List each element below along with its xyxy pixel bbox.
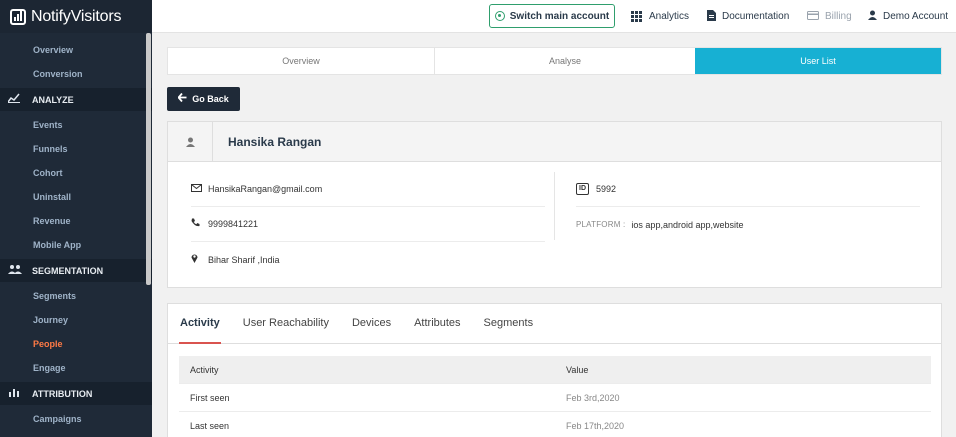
sidebar-item-overview[interactable]: Overview — [0, 38, 152, 62]
sidebar-item-segments[interactable]: Segments — [0, 284, 152, 308]
profile-location: Bihar Sharif ,India — [208, 254, 280, 265]
bar-chart-icon — [8, 387, 22, 400]
tab-analyse[interactable]: Analyse — [435, 48, 695, 74]
tab-attributes[interactable]: Attributes — [413, 304, 461, 344]
profile-email: HansikaRangan@gmail.com — [208, 184, 323, 194]
location-row: Bihar Sharif ,India — [191, 242, 545, 277]
tab-overview[interactable]: Overview — [168, 48, 435, 74]
sidebar-section-segmentation[interactable]: SEGMENTATION — [0, 259, 152, 282]
sidebar-item-campaigns[interactable]: Campaigns — [0, 407, 152, 431]
sidebar: NotifyVisitors Overview Conversion ANALY… — [0, 0, 152, 437]
tab-user-reachability[interactable]: User Reachability — [242, 304, 330, 344]
sidebar-item-cohort[interactable]: Cohort — [0, 161, 152, 185]
grid-icon — [631, 11, 642, 22]
arrow-left-icon — [177, 92, 187, 105]
users-icon — [8, 264, 22, 277]
brand-name: NotifyVisitors — [31, 7, 122, 25]
credit-card-icon — [807, 10, 819, 23]
sidebar-section-attribution[interactable]: ATTRIBUTION — [0, 382, 152, 405]
sidebar-item-mobile-app[interactable]: Mobile App — [0, 233, 152, 257]
id-badge-icon: ID — [576, 183, 589, 195]
column-divider — [554, 172, 555, 240]
switch-button-label: Switch main account — [509, 10, 610, 22]
map-marker-icon — [191, 253, 205, 266]
sidebar-item-people[interactable]: People — [0, 332, 152, 356]
activity-name: Last seen — [190, 420, 230, 431]
phone-icon — [191, 218, 205, 230]
sidebar-item-funnels[interactable]: Funnels — [0, 137, 152, 161]
brand-logo[interactable]: NotifyVisitors — [0, 0, 152, 33]
sidebar-item-journey[interactable]: Journey — [0, 308, 152, 332]
platform-label: PLATFORM : — [576, 220, 626, 229]
radio-dot-icon — [494, 11, 505, 21]
sidebar-item-revenue[interactable]: Revenue — [0, 209, 152, 233]
top-bar: Switch main account Analytics Documentat… — [152, 0, 956, 33]
activity-value: Feb 3rd,2020 — [566, 392, 620, 403]
view-tabs: Overview Analyse User List — [167, 47, 942, 75]
sidebar-section-label: SEGMENTATION — [32, 265, 104, 276]
table-row: Last seen Feb 17th,2020 — [179, 412, 931, 437]
activity-table: Activity Value First seen Feb 3rd,2020 L… — [179, 356, 931, 437]
tab-devices[interactable]: Devices — [351, 304, 392, 344]
sidebar-item-conversion[interactable]: Conversion — [0, 62, 152, 86]
sidebar-item-engage[interactable]: Engage — [0, 356, 152, 380]
detail-tabs: Activity User Reachability Devices Attri… — [168, 304, 941, 344]
column-header-activity: Activity — [190, 364, 219, 375]
tab-activity[interactable]: Activity — [179, 304, 221, 344]
sidebar-section-label: ATTRIBUTION — [32, 388, 93, 399]
go-back-button[interactable]: Go Back — [167, 87, 240, 111]
email-row: HansikaRangan@gmail.com — [191, 172, 545, 207]
bar-chart-logo-icon — [10, 8, 26, 25]
user-avatar-icon — [168, 121, 213, 162]
user-icon — [868, 10, 877, 23]
account-label: Demo Account — [883, 11, 949, 22]
analytics-label: Analytics — [649, 11, 690, 22]
activity-name: First seen — [190, 392, 230, 403]
column-header-value: Value — [566, 364, 589, 375]
platform-row: PLATFORM : ios app,android app,website — [576, 207, 920, 242]
table-row: First seen Feb 3rd,2020 — [179, 384, 931, 412]
switch-main-account-button[interactable]: Switch main account — [489, 4, 615, 28]
profile-header: Hansika Rangan — [168, 121, 941, 162]
sidebar-section-analyze[interactable]: ANALYZE — [0, 88, 152, 111]
account-menu[interactable]: Demo Account — [868, 0, 948, 33]
go-back-label: Go Back — [192, 94, 229, 104]
profile-name: Hansika Rangan — [228, 134, 322, 149]
billing-link[interactable]: Billing — [807, 0, 852, 33]
sidebar-section-label: ANALYZE — [32, 94, 74, 105]
profile-card: Hansika Rangan HansikaRangan@gmail.com 9… — [167, 121, 942, 288]
analytics-link[interactable]: Analytics — [631, 0, 689, 33]
sidebar-item-uninstall[interactable]: Uninstall — [0, 185, 152, 209]
profile-id: 5992 — [596, 184, 617, 194]
profile-phone: 9999841221 — [208, 219, 259, 229]
documentation-link[interactable]: Documentation — [707, 0, 789, 33]
activity-value: Feb 17th,2020 — [566, 420, 625, 431]
sidebar-scrollbar[interactable] — [146, 33, 151, 285]
tab-segments[interactable]: Segments — [483, 304, 535, 344]
tab-user-list[interactable]: User List — [695, 48, 941, 74]
table-header: Activity Value — [179, 356, 931, 384]
line-chart-icon — [7, 93, 22, 106]
documentation-label: Documentation — [722, 11, 790, 22]
document-icon — [707, 9, 716, 24]
envelope-icon — [191, 183, 205, 195]
platform-value: ios app,android app,website — [631, 219, 744, 230]
billing-label: Billing — [825, 11, 852, 22]
details-card: Activity User Reachability Devices Attri… — [167, 303, 942, 437]
phone-row: 9999841221 — [191, 207, 545, 242]
id-row: ID 5992 — [576, 172, 920, 207]
sidebar-item-events[interactable]: Events — [0, 113, 152, 137]
